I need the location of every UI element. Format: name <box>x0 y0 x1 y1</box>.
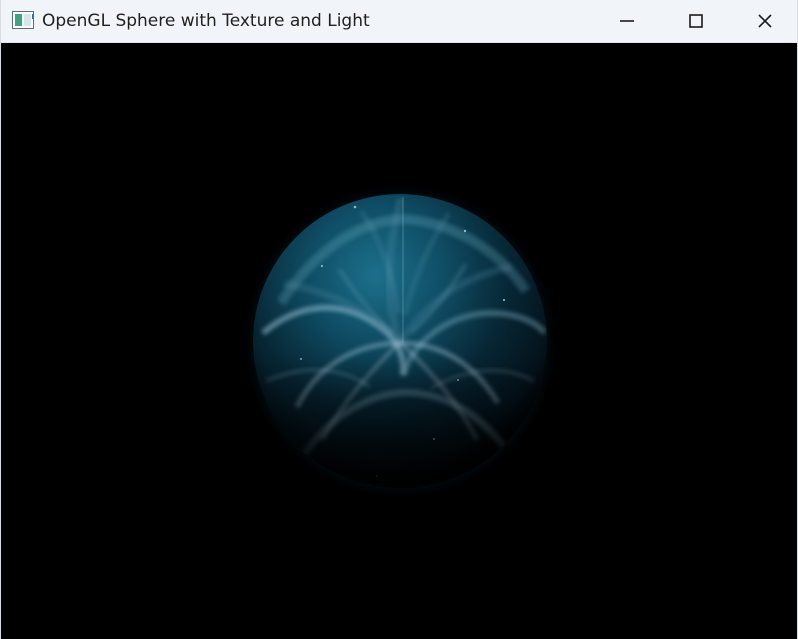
textured-sphere <box>253 194 547 488</box>
opengl-window-icon <box>12 11 34 29</box>
minimize-icon <box>620 20 634 22</box>
opengl-viewport[interactable] <box>1 43 797 639</box>
close-icon <box>758 14 772 28</box>
window-title: OpenGL Sphere with Texture and Light <box>42 11 370 31</box>
close-button[interactable] <box>730 0 798 42</box>
sphere-lighting-shadow <box>253 194 547 488</box>
icon-right-panel <box>24 14 31 26</box>
icon-left-panel <box>15 14 22 26</box>
title-bar[interactable]: OpenGL Sphere with Texture and Light <box>1 0 797 43</box>
sphere-scene <box>250 191 550 491</box>
maximize-button[interactable] <box>661 0 731 42</box>
icon-accent-line <box>32 14 33 19</box>
maximize-icon <box>689 14 703 28</box>
opengl-window: OpenGL Sphere with Texture and Light <box>0 0 798 639</box>
minimize-button[interactable] <box>592 0 662 42</box>
